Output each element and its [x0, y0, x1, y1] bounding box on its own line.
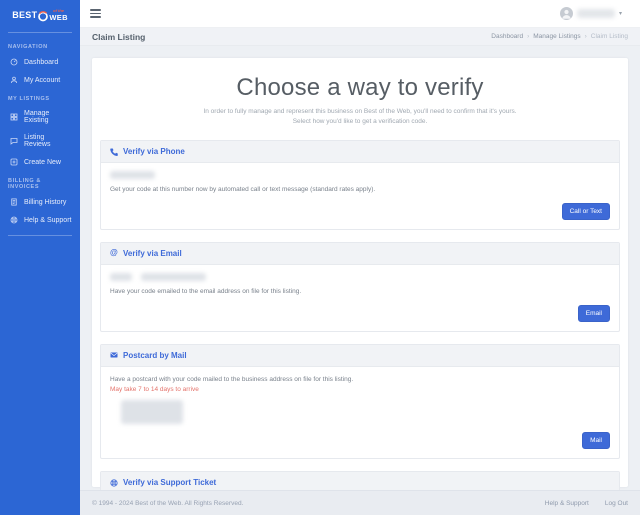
sidebar-item-create-new[interactable]: Create New — [0, 153, 80, 171]
breadcrumb-manage-listings[interactable]: Manage Listings — [533, 33, 580, 40]
user-icon — [10, 76, 18, 84]
footer-link-help-support[interactable]: Help & Support — [545, 500, 589, 507]
app-window: BEST of the WEB NAVIGATION Dashboard My … — [0, 0, 640, 515]
chat-bubble-icon — [10, 137, 18, 145]
invoice-icon — [10, 198, 18, 206]
breadcrumb-separator: › — [584, 33, 587, 40]
sidebar-item-label: Dashboard — [24, 58, 59, 66]
sidebar-item-label: My Account — [24, 76, 61, 84]
card-verify-email-header: @ Verify via Email — [101, 242, 619, 265]
card-title: Verify via Support Ticket — [123, 478, 217, 488]
redacted-business-address — [121, 400, 183, 425]
logo-globe-icon — [37, 9, 49, 22]
sidebar-item-label: Manage Existing — [24, 110, 50, 124]
card-support-ticket-header: Verify via Support Ticket — [101, 472, 619, 490]
sidebar-item-my-account[interactable]: My Account — [0, 71, 80, 89]
hero-subtitle-line1: In order to fully manage and represent t… — [203, 108, 517, 115]
card-postcard-mail-header: Postcard by Mail — [101, 344, 619, 367]
footer: © 1994 - 2024 Best of the Web. All Right… — [80, 490, 640, 515]
breadcrumb: Dashboard › Manage Listings › Claim List… — [491, 33, 628, 40]
botw-logo[interactable]: BEST of the WEB — [0, 0, 80, 30]
card-verify-phone: Verify via Phone Get your code at this n… — [100, 140, 620, 230]
card-description: Get your code at this number now by auto… — [110, 186, 376, 194]
sidebar-item-dashboard[interactable]: Dashboard — [0, 53, 80, 71]
breadcrumb-current: Claim Listing — [590, 33, 628, 40]
sidebar-item-label: Listing Reviews — [24, 134, 51, 148]
sidebar-item-label: Billing History — [24, 198, 67, 206]
sidebar-divider — [8, 32, 72, 33]
breadcrumb-dashboard[interactable]: Dashboard — [491, 33, 523, 40]
sidebar-item-billing-history[interactable]: Billing History — [0, 193, 80, 211]
phone-icon — [110, 148, 118, 156]
dashboard-icon — [10, 58, 18, 66]
hero-subtitle-line2: Select how you'd like to get a verificat… — [292, 118, 428, 126]
topbar: ▾ — [80, 0, 640, 28]
mail-button[interactable]: Mail — [582, 432, 610, 450]
sidebar-item-listing-reviews[interactable]: Listing Reviews — [0, 129, 80, 153]
card-postcard-mail: Postcard by Mail Have a postcard with yo… — [100, 343, 620, 460]
plus-square-icon — [10, 158, 18, 166]
card-verify-email: @ Verify via Email Have your code emaile… — [100, 241, 620, 332]
page-title-bar: Claim Listing Dashboard › Manage Listing… — [80, 28, 640, 46]
sidebar: BEST of the WEB NAVIGATION Dashboard My … — [0, 0, 80, 515]
card-verify-phone-body: Get your code at this number now by auto… — [101, 163, 619, 229]
logo-text-best: BEST — [12, 10, 38, 20]
avatar — [559, 7, 573, 20]
copyright-text: © 1994 - 2024 Best of the Web. All Right… — [92, 499, 244, 507]
sidebar-item-label: Help & Support — [24, 216, 72, 224]
redacted-username — [576, 9, 615, 18]
card-description: Have a postcard with your code mailed to… — [110, 375, 354, 383]
main-column: ▾ Claim Listing Dashboard › Manage Listi… — [80, 0, 640, 515]
verify-panel: Choose a way to verify In order to fully… — [92, 58, 628, 490]
at-icon: @ — [110, 248, 118, 258]
card-verify-phone-header: Verify via Phone — [101, 141, 619, 164]
sidebar-section-my-listings: MY LISTINGS — [8, 96, 50, 102]
call-or-text-button[interactable]: Call or Text — [561, 202, 610, 220]
hamburger-menu-icon[interactable] — [90, 9, 101, 18]
redacted-phone-number — [110, 171, 155, 180]
card-postcard-mail-body: Have a postcard with your code mailed to… — [101, 367, 619, 459]
user-menu[interactable]: ▾ — [559, 7, 622, 20]
life-ring-icon — [10, 216, 18, 224]
card-description: Have your code emailed to the email addr… — [110, 287, 302, 295]
breadcrumb-separator: › — [527, 33, 530, 40]
redacted-email-address — [110, 272, 610, 281]
sidebar-item-label: Create New — [24, 158, 61, 166]
delivery-time-note: May take 7 to 14 days to arrive — [110, 386, 199, 394]
hero-title: Choose a way to verify — [236, 74, 484, 101]
logo-text-web: WEB — [49, 12, 68, 22]
grid-icon — [10, 113, 18, 121]
sidebar-section-navigation: NAVIGATION — [8, 44, 48, 50]
chevron-down-icon: ▾ — [618, 11, 622, 17]
sidebar-item-help-support[interactable]: Help & Support — [0, 211, 80, 229]
email-button[interactable]: Email — [577, 304, 610, 322]
hero-subtitle: In order to fully manage and represent t… — [100, 107, 620, 127]
page-title: Claim Listing — [92, 31, 146, 42]
footer-link-log-out[interactable]: Log Out — [605, 500, 628, 507]
card-title: Postcard by Mail — [123, 350, 187, 360]
sidebar-item-manage-existing[interactable]: Manage Existing — [0, 105, 80, 129]
life-ring-icon — [110, 479, 118, 487]
sidebar-section-billing: BILLING & INVOICES — [8, 178, 41, 190]
content-area: Choose a way to verify In order to fully… — [80, 46, 640, 490]
sidebar-divider — [8, 235, 72, 236]
card-title: Verify via Phone — [123, 147, 185, 157]
card-support-ticket: Verify via Support Ticket Contact Suppor… — [100, 471, 620, 490]
envelope-icon — [110, 351, 118, 359]
card-verify-email-body: Have your code emailed to the email addr… — [101, 265, 619, 331]
card-title: Verify via Email — [123, 248, 182, 258]
